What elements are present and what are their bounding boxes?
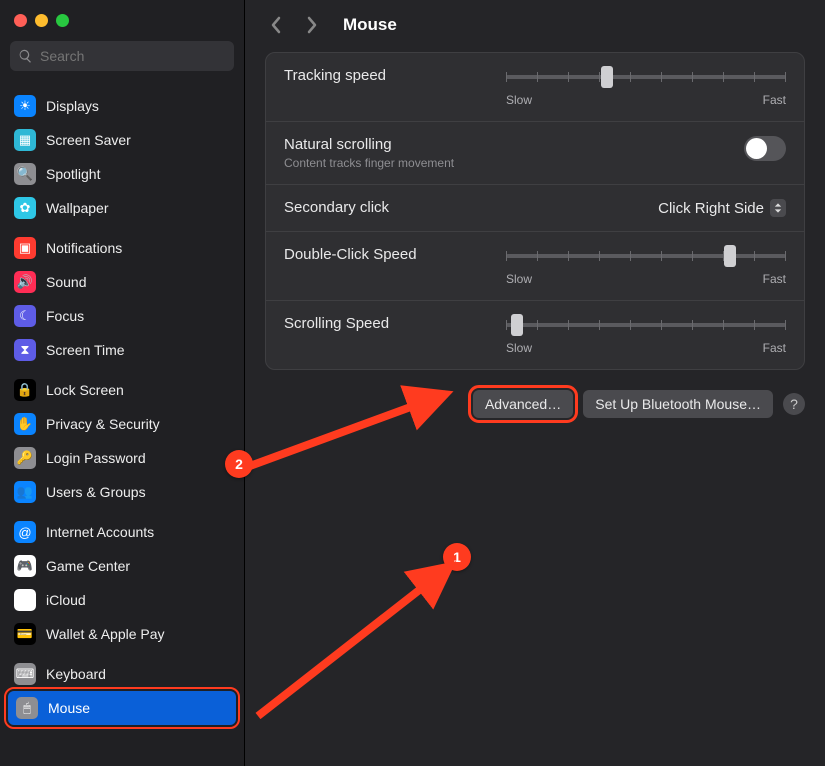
annotation-badge-2: 2	[225, 450, 253, 478]
close-icon[interactable]	[14, 14, 27, 27]
help-button[interactable]: ?	[783, 393, 805, 415]
advanced-button[interactable]: Advanced…	[473, 390, 573, 418]
sidebar-item-keyboard[interactable]: ⌨ Keyboard	[0, 657, 244, 691]
natural-scrolling-sub: Content tracks finger movement	[284, 156, 454, 170]
sidebar-icon: 💳	[14, 623, 36, 645]
header: Mouse	[245, 0, 825, 52]
search-icon	[18, 49, 33, 64]
sidebar-item-label: Game Center	[46, 558, 130, 574]
sidebar: ☀ Displays ▦ Screen Saver 🔍 Spotlight ✿ Wallpap…	[0, 0, 245, 766]
sidebar-item-mouse[interactable]: 🖱 Mouse	[8, 691, 236, 725]
sidebar-item-label: Login Password	[46, 450, 146, 466]
scrolling-speed-label: Scrolling Speed	[284, 315, 389, 332]
sidebar-item-displays[interactable]: ☀ Displays	[0, 89, 244, 123]
minimize-icon[interactable]	[35, 14, 48, 27]
sidebar-item-wallet-apple-pay[interactable]: 💳 Wallet & Apple Pay	[0, 617, 244, 651]
bluetooth-button[interactable]: Set Up Bluetooth Mouse…	[583, 390, 773, 418]
scrolling-speed-slider[interactable]	[506, 315, 786, 335]
sidebar-icon: ⧗	[14, 339, 36, 361]
sidebar-item-label: Screen Saver	[46, 132, 131, 148]
fast-label: Fast	[763, 341, 786, 355]
tracking-speed-label: Tracking speed	[284, 67, 386, 84]
sidebar-icon: 🔍	[14, 163, 36, 185]
scrolling-speed-row: Scrolling Speed Slow Fast	[266, 301, 804, 369]
natural-scrolling-row: Natural scrolling Content tracks finger …	[266, 122, 804, 185]
sidebar-icon: @	[14, 521, 36, 543]
annotation-badge-1: 1	[443, 543, 471, 571]
sidebar-icon: ⌨	[14, 663, 36, 685]
double-click-row: Double-Click Speed Slow Fast	[266, 232, 804, 301]
main-content: Mouse Tracking speed Slow Fast	[245, 0, 825, 766]
search-input[interactable]	[10, 41, 234, 71]
sidebar-item-screen-saver[interactable]: ▦ Screen Saver	[0, 123, 244, 157]
sidebar-item-label: Focus	[46, 308, 84, 324]
secondary-click-value: Click Right Side	[658, 200, 764, 217]
sidebar-item-notifications[interactable]: ▣ Notifications	[0, 231, 244, 265]
sidebar-item-lock-screen[interactable]: 🔒 Lock Screen	[0, 373, 244, 407]
double-click-slider[interactable]	[506, 246, 786, 266]
double-click-label: Double-Click Speed	[284, 246, 417, 263]
fast-label: Fast	[763, 272, 786, 286]
sidebar-item-label: Privacy & Security	[46, 416, 160, 432]
traffic-lights	[0, 0, 244, 37]
sidebar-item-focus[interactable]: ☾ Focus	[0, 299, 244, 333]
forward-button[interactable]	[301, 14, 323, 36]
sidebar-icon: 🔊	[14, 271, 36, 293]
secondary-click-label: Secondary click	[284, 199, 389, 216]
page-title: Mouse	[343, 15, 397, 35]
sidebar-item-privacy-security[interactable]: ✋ Privacy & Security	[0, 407, 244, 441]
sidebar-icon: 🖱	[16, 697, 38, 719]
secondary-click-row: Secondary click Click Right Side	[266, 185, 804, 232]
natural-scrolling-label: Natural scrolling	[284, 136, 454, 153]
sidebar-item-label: Displays	[46, 98, 99, 114]
sidebar-icon: ☀	[14, 95, 36, 117]
sidebar-icon: ✿	[14, 197, 36, 219]
sidebar-item-wallpaper[interactable]: ✿ Wallpaper	[0, 191, 244, 225]
maximize-icon[interactable]	[56, 14, 69, 27]
sidebar-item-label: Internet Accounts	[46, 524, 154, 540]
tracking-speed-row: Tracking speed Slow Fast	[266, 53, 804, 122]
slow-label: Slow	[506, 272, 532, 286]
sidebar-icon: 🔒	[14, 379, 36, 401]
sidebar-item-icloud[interactable]: ☁ iCloud	[0, 583, 244, 617]
sidebar-item-game-center[interactable]: 🎮 Game Center	[0, 549, 244, 583]
slow-label: Slow	[506, 93, 532, 107]
sidebar-icon: 🎮	[14, 555, 36, 577]
footer-actions: Advanced… Set Up Bluetooth Mouse… ?	[245, 370, 825, 418]
slow-label: Slow	[506, 341, 532, 355]
back-button[interactable]	[265, 14, 287, 36]
sidebar-item-label: Screen Time	[46, 342, 125, 358]
sidebar-item-label: Mouse	[48, 700, 90, 716]
sidebar-icon: ☁	[14, 589, 36, 611]
settings-panel: Tracking speed Slow Fast Natural scrolli…	[265, 52, 805, 370]
sidebar-item-users-groups[interactable]: 👥 Users & Groups	[0, 475, 244, 509]
sidebar-icon: ☾	[14, 305, 36, 327]
sidebar-icon: ✋	[14, 413, 36, 435]
sidebar-icon: ▦	[14, 129, 36, 151]
sidebar-item-label: Spotlight	[46, 166, 100, 182]
sidebar-item-sound[interactable]: 🔊 Sound	[0, 265, 244, 299]
sidebar-item-login-password[interactable]: 🔑 Login Password	[0, 441, 244, 475]
fast-label: Fast	[763, 93, 786, 107]
sidebar-item-label: Wallet & Apple Pay	[46, 626, 165, 642]
sidebar-item-screen-time[interactable]: ⧗ Screen Time	[0, 333, 244, 367]
chevron-updown-icon	[770, 199, 786, 217]
sidebar-item-label: Notifications	[46, 240, 122, 256]
tracking-speed-slider[interactable]	[506, 67, 786, 87]
secondary-click-select[interactable]: Click Right Side	[658, 199, 786, 217]
natural-scrolling-toggle[interactable]	[744, 136, 786, 161]
sidebar-item-spotlight[interactable]: 🔍 Spotlight	[0, 157, 244, 191]
sidebar-icon: 🔑	[14, 447, 36, 469]
sidebar-item-label: Users & Groups	[46, 484, 146, 500]
sidebar-icon: 👥	[14, 481, 36, 503]
sidebar-icon: ▣	[14, 237, 36, 259]
sidebar-item-label: Keyboard	[46, 666, 106, 682]
sidebar-item-internet-accounts[interactable]: @ Internet Accounts	[0, 515, 244, 549]
sidebar-item-label: Sound	[46, 274, 86, 290]
sidebar-item-label: Wallpaper	[46, 200, 109, 216]
sidebar-item-label: iCloud	[46, 592, 86, 608]
sidebar-item-label: Lock Screen	[46, 382, 124, 398]
